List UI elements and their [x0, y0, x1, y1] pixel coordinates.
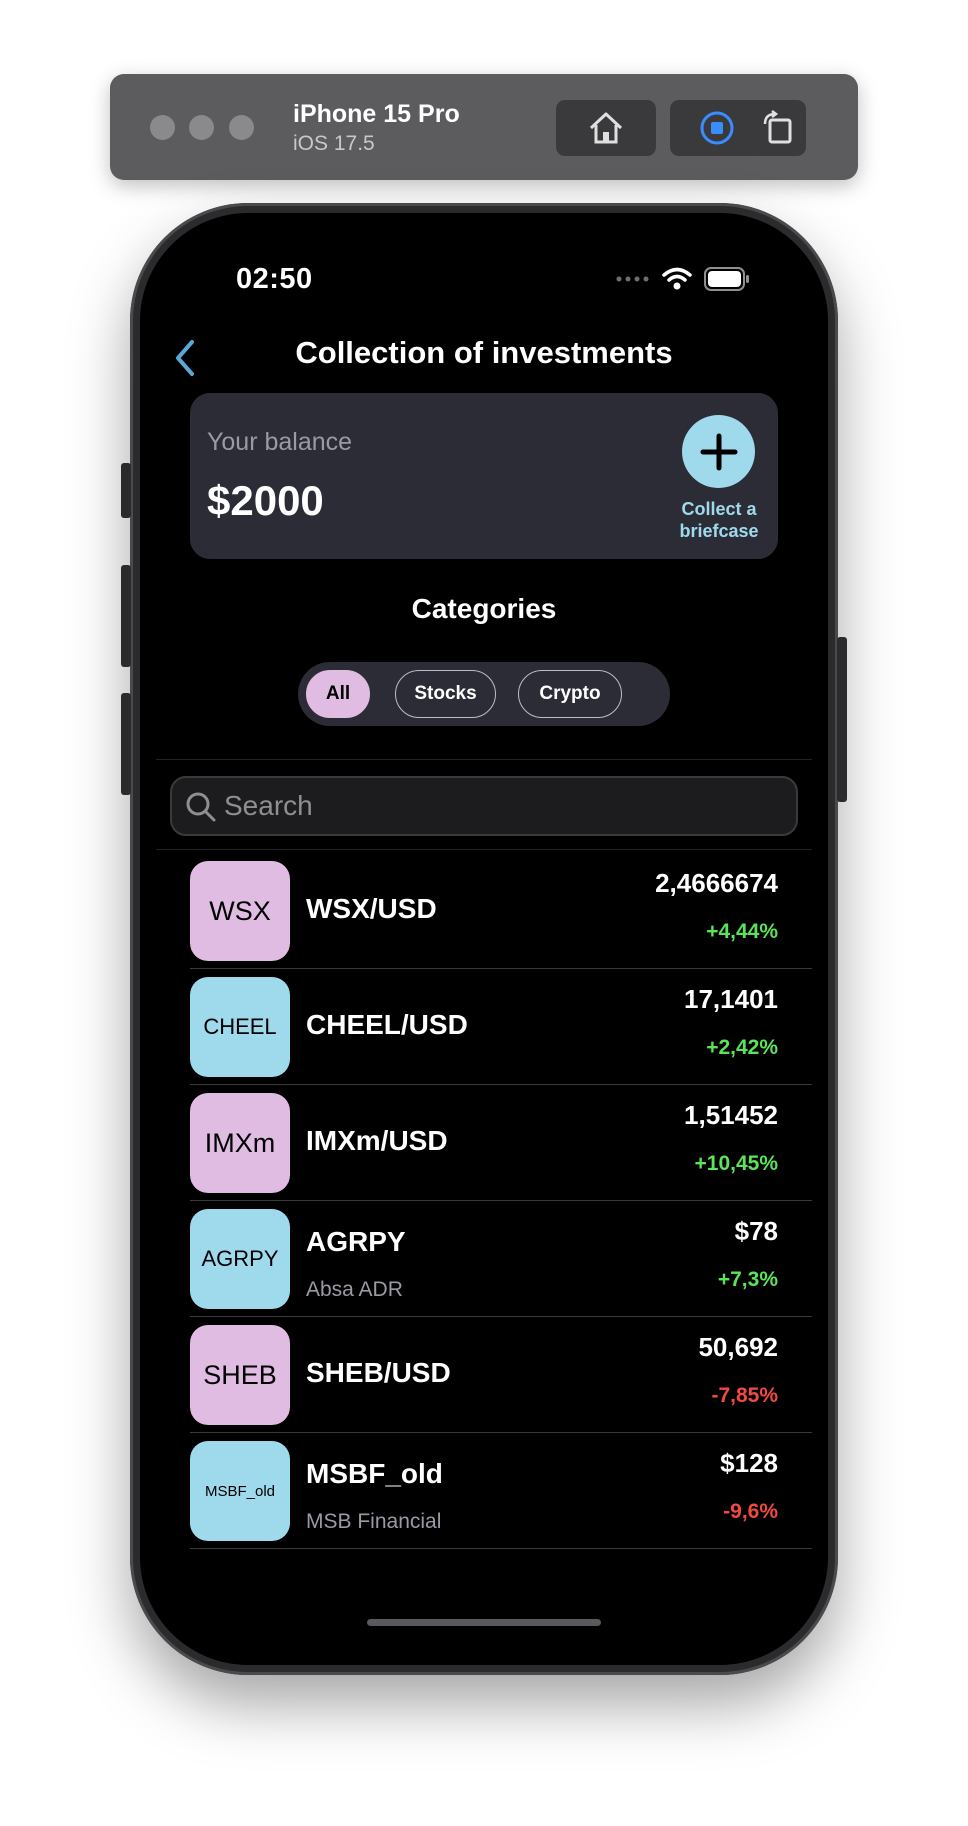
- asset-change: +4,44%: [706, 920, 778, 943]
- search-bar[interactable]: [170, 776, 798, 836]
- categories-title: Categories: [411, 593, 557, 624]
- asset-price: 1,51452: [684, 1100, 778, 1130]
- asset-price: 17,1401: [684, 984, 778, 1014]
- signal-icon: [616, 276, 649, 282]
- volume-up-button: [121, 565, 131, 667]
- page-title: Collection of investments: [295, 335, 673, 370]
- asset-name: IMXm/USD: [306, 1125, 448, 1156]
- window-zoom-dot[interactable]: [229, 115, 254, 140]
- asset-logo-tile: AGRPY: [190, 1209, 290, 1309]
- simulator-toolbar: iPhone 15 Pro iOS 17.5: [110, 74, 858, 180]
- record-icon: [700, 111, 734, 145]
- collect-label-line-1: Collect a: [681, 499, 757, 519]
- home-indicator[interactable]: [367, 1619, 601, 1626]
- asset-logo-tile: CHEEL: [190, 977, 290, 1077]
- divider: [156, 759, 812, 760]
- asset-logo-tile: MSBF_old: [190, 1441, 290, 1541]
- balance-card: Your balance $2000 Collect a briefcase: [190, 393, 778, 559]
- asset-row[interactable]: AGRPY AGRPY Absa ADR $78 +7,3%: [190, 1201, 812, 1317]
- tab-all[interactable]: All: [306, 670, 370, 718]
- volume-down-button: [121, 693, 131, 795]
- window-minimize-dot[interactable]: [189, 115, 214, 140]
- wifi-icon: [662, 267, 692, 290]
- phone-screen: 02:50 Collection of investments Your bal…: [140, 213, 828, 1665]
- asset-row[interactable]: CHEEL CHEEL/USD 17,1401 +2,42%: [190, 969, 812, 1085]
- balance-label: Your balance: [207, 428, 353, 456]
- plus-icon: [700, 433, 737, 470]
- asset-price: 50,692: [698, 1332, 778, 1362]
- asset-logo-tile: WSX: [190, 861, 290, 961]
- asset-change: -9,6%: [723, 1500, 778, 1523]
- power-button: [837, 637, 847, 802]
- divider: [156, 849, 812, 850]
- asset-change: +2,42%: [706, 1036, 778, 1059]
- asset-price: $78: [734, 1216, 778, 1246]
- asset-price: $128: [720, 1448, 778, 1478]
- balance-value: $2000: [207, 477, 324, 524]
- os-version: iOS 17.5: [293, 132, 375, 155]
- rotate-button[interactable]: [750, 100, 806, 156]
- collect-briefcase-button[interactable]: [682, 415, 755, 488]
- asset-change: +10,45%: [694, 1152, 779, 1175]
- asset-name: SHEB/USD: [306, 1357, 451, 1388]
- tab-crypto[interactable]: Crypto: [518, 670, 622, 718]
- asset-logo-tile: SHEB: [190, 1325, 290, 1425]
- action-button: [121, 463, 131, 518]
- asset-row[interactable]: SHEB SHEB/USD 50,692 -7,85%: [190, 1317, 812, 1433]
- asset-row[interactable]: MSBF_old MSBF_old MSB Financial $128 -9,…: [190, 1433, 812, 1549]
- search-icon: [186, 792, 216, 822]
- asset-subtitle: Absa ADR: [306, 1278, 403, 1301]
- asset-row[interactable]: WSX WSX/USD 2,4666674 +4,44%: [190, 853, 812, 969]
- asset-name: CHEEL/USD: [306, 1009, 468, 1040]
- asset-logo-tile: IMXm: [190, 1093, 290, 1193]
- collect-label-line-2: briefcase: [679, 521, 759, 541]
- asset-price: 2,4666674: [655, 868, 778, 898]
- search-input[interactable]: [224, 784, 784, 828]
- device-name: iPhone 15 Pro: [293, 100, 460, 128]
- asset-change: +7,3%: [717, 1268, 778, 1291]
- window-close-dot[interactable]: [150, 115, 175, 140]
- asset-name: WSX/USD: [306, 893, 437, 924]
- asset-name: AGRPY: [306, 1226, 406, 1257]
- tab-stocks[interactable]: Stocks: [395, 670, 496, 718]
- battery-icon: [704, 267, 749, 291]
- asset-subtitle: MSB Financial: [306, 1510, 442, 1533]
- status-icons: [616, 267, 750, 291]
- asset-change: -7,85%: [711, 1384, 778, 1407]
- home-button[interactable]: [556, 100, 656, 156]
- status-time: 02:50: [236, 263, 313, 295]
- rotate-icon: [763, 110, 792, 144]
- category-segmented-control: All Stocks Crypto: [298, 662, 670, 726]
- asset-row[interactable]: IMXm IMXm/USD 1,51452 +10,45%: [190, 1085, 812, 1201]
- home-icon: [589, 112, 623, 144]
- collect-briefcase-label[interactable]: Collect a briefcase: [655, 498, 783, 542]
- asset-list: WSX WSX/USD 2,4666674 +4,44% CHEEL CHEEL…: [190, 853, 812, 1549]
- asset-name: MSBF_old: [306, 1458, 443, 1489]
